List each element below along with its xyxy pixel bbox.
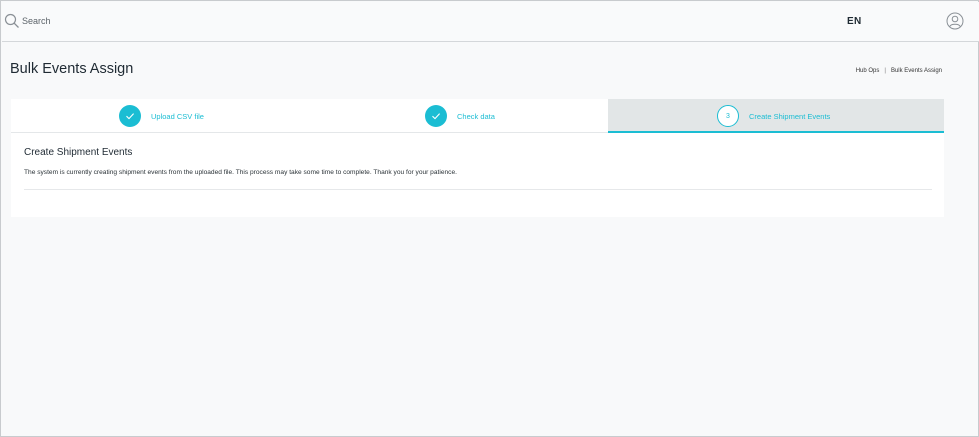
- step-label: Upload CSV file: [151, 112, 204, 121]
- status-message: The system is currently creating shipmen…: [24, 169, 457, 176]
- stepper: Upload CSV file Check data 3 Create Ship…: [11, 99, 944, 133]
- step-completed-indicator: [119, 105, 141, 127]
- wizard-card: Upload CSV file Check data 3 Create Ship…: [11, 99, 944, 217]
- step-create-shipment-events[interactable]: 3 Create Shipment Events: [608, 99, 944, 133]
- breadcrumb-current: Bulk Events Assign: [890, 68, 942, 74]
- check-icon: [432, 113, 441, 120]
- section-title: Create Shipment Events: [24, 147, 133, 158]
- user-icon[interactable]: [946, 12, 964, 30]
- app-window: EN Bulk Events Assign Hub Ops | Bulk Event…: [0, 0, 979, 437]
- check-icon: [126, 113, 135, 120]
- divider: [24, 189, 932, 190]
- step-label: Check data: [457, 112, 495, 121]
- top-bar: EN: [2, 2, 979, 42]
- search-input[interactable]: [22, 13, 322, 29]
- step-check-data[interactable]: Check data: [317, 99, 608, 133]
- search-icon[interactable]: [4, 13, 20, 29]
- language-selector[interactable]: EN: [847, 16, 862, 27]
- step-number: 3: [717, 105, 739, 127]
- breadcrumb-parent[interactable]: Hub Ops: [856, 68, 880, 74]
- breadcrumb-separator: |: [884, 68, 886, 74]
- step-completed-indicator: [425, 105, 447, 127]
- step-upload-csv[interactable]: Upload CSV file: [11, 99, 317, 133]
- page-title: Bulk Events Assign: [10, 61, 134, 77]
- breadcrumb: Hub Ops | Bulk Events Assign: [856, 68, 942, 74]
- step-label: Create Shipment Events: [749, 112, 831, 121]
